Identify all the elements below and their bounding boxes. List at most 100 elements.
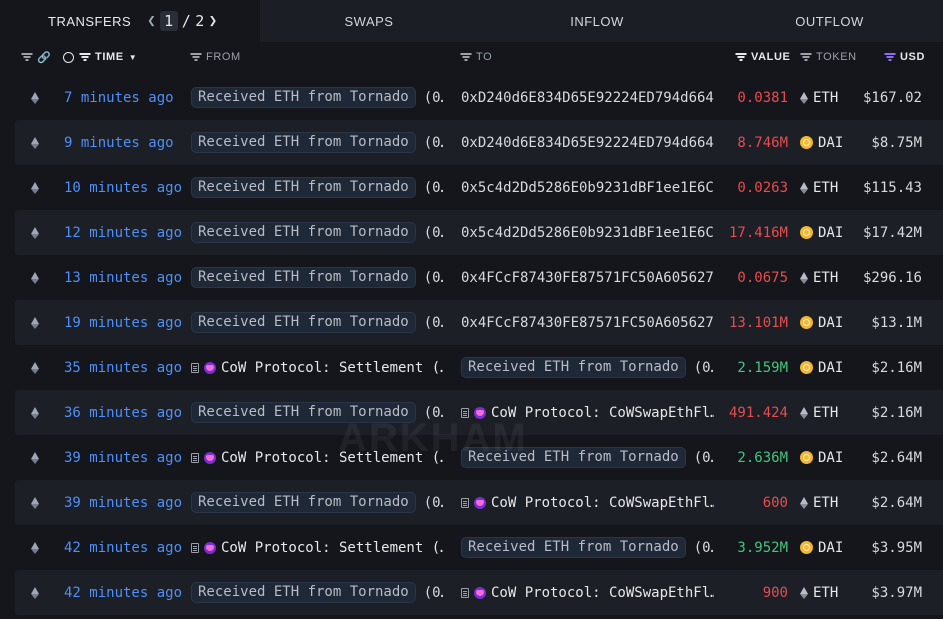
link-icon[interactable]: 🔗 bbox=[37, 51, 51, 64]
to-entity-tag[interactable]: Received ETH from Tornado bbox=[461, 537, 686, 558]
table-row[interactable]: 35 minutes ago CoW Protocol: Settlement (… bbox=[15, 345, 943, 390]
to-address[interactable]: 0x4FCcF87430FE87571FC50A605627… bbox=[461, 270, 714, 286]
token-cell[interactable]: ETH bbox=[800, 390, 838, 435]
tab-outflow[interactable]: OUTFLOW bbox=[716, 0, 943, 42]
from-entity-tag[interactable]: Received ETH from Tornado bbox=[191, 312, 416, 333]
to-address[interactable]: 0x5c4d2Dd5286E0b9231dBF1ee1E6C… bbox=[461, 180, 714, 196]
to-entity-tag[interactable]: Received ETH from Tornado bbox=[461, 357, 686, 378]
table-row[interactable]: 39 minutes ago Received ETH from Tornado (… bbox=[15, 480, 943, 525]
to-label: CoW Protocol: CoWSwapEthFl… bbox=[491, 584, 714, 601]
from-entity-tag[interactable]: Received ETH from Tornado bbox=[191, 177, 416, 198]
transfer-time-link[interactable]: 42 minutes ago bbox=[64, 525, 182, 570]
from-entity[interactable]: CoW Protocol: Settlement (… bbox=[191, 360, 443, 376]
token-cell[interactable]: ETH bbox=[800, 480, 838, 525]
from-entity-tag[interactable]: Received ETH from Tornado bbox=[191, 132, 416, 153]
from-address-suffix[interactable]: (0… bbox=[424, 135, 443, 151]
token-cell[interactable]: ETH bbox=[800, 570, 838, 615]
usd-cell: $2.64M bbox=[871, 494, 922, 511]
usd-cell: $17.42M bbox=[862, 224, 922, 241]
usd-column-header[interactable]: USD bbox=[884, 42, 925, 72]
transfer-time-link[interactable]: 12 minutes ago bbox=[64, 210, 182, 255]
filter-icon[interactable] bbox=[735, 53, 746, 61]
filter-icon[interactable] bbox=[190, 53, 201, 61]
to-address[interactable]: 0x4FCcF87430FE87571FC50A605627… bbox=[461, 315, 714, 331]
to-entity-tag[interactable]: Received ETH from Tornado bbox=[461, 447, 686, 468]
transfer-time-link[interactable]: 13 minutes ago bbox=[64, 255, 182, 300]
cow-protocol-icon bbox=[204, 541, 216, 554]
from-entity-tag[interactable]: Received ETH from Tornado bbox=[191, 87, 416, 108]
ethereum-chain-icon bbox=[31, 570, 41, 615]
ethereum-chain-icon bbox=[31, 345, 41, 390]
to-address[interactable]: 0xD240d6E834D65E92224ED794d664… bbox=[461, 135, 714, 151]
value-cell: 3.952M bbox=[737, 539, 788, 556]
transfer-time-link[interactable]: 19 minutes ago bbox=[64, 300, 182, 345]
table-row[interactable]: 7 minutes ago Received ETH from Tornado (0… bbox=[15, 75, 943, 120]
to-address-suffix[interactable]: (0… bbox=[694, 540, 714, 556]
from-entity-tag[interactable]: Received ETH from Tornado bbox=[191, 402, 416, 423]
chevron-left-icon[interactable]: ❮ bbox=[143, 13, 160, 29]
from-address-suffix[interactable]: (0… bbox=[424, 495, 443, 511]
token-header-label: TOKEN bbox=[816, 51, 857, 63]
chain-filter[interactable]: 🔗 bbox=[21, 42, 51, 72]
from-address-suffix[interactable]: (0… bbox=[424, 585, 443, 601]
sort-down-icon[interactable]: ▼ bbox=[129, 53, 138, 62]
table-row[interactable]: 9 minutes ago Received ETH from Tornado (0… bbox=[15, 120, 943, 165]
to-column-header[interactable]: TO bbox=[460, 42, 492, 72]
from-entity-tag[interactable]: Received ETH from Tornado bbox=[191, 582, 416, 603]
table-row[interactable]: 13 minutes ago Received ETH from Tornado (… bbox=[15, 255, 943, 300]
table-row[interactable]: 10 minutes ago Received ETH from Tornado (… bbox=[15, 165, 943, 210]
value-cell: 0.0263 bbox=[737, 179, 788, 196]
filter-icon[interactable] bbox=[884, 53, 895, 61]
filter-icon[interactable] bbox=[460, 53, 471, 61]
tab-swaps[interactable]: SWAPS bbox=[260, 0, 478, 42]
from-address-suffix[interactable]: (0… bbox=[424, 90, 443, 106]
from-entity[interactable]: CoW Protocol: Settlement (… bbox=[191, 450, 443, 466]
filter-icon[interactable] bbox=[800, 53, 811, 61]
value-column-header[interactable]: VALUE bbox=[735, 42, 790, 72]
token-cell[interactable]: ETH bbox=[800, 255, 838, 300]
from-address-suffix[interactable]: (0… bbox=[424, 270, 443, 286]
from-entity-tag[interactable]: Received ETH from Tornado bbox=[191, 222, 416, 243]
transfer-time-link[interactable]: 36 minutes ago bbox=[64, 390, 182, 435]
to-address-suffix[interactable]: (0… bbox=[694, 360, 714, 376]
time-column-header[interactable]: TIME ▼ bbox=[63, 42, 137, 72]
tab-transfers[interactable]: TRANSFERS ❮ 1 / 2 ❯ bbox=[0, 0, 260, 42]
token-cell[interactable]: ETH bbox=[800, 165, 838, 210]
transfer-time-link[interactable]: 35 minutes ago bbox=[64, 345, 182, 390]
from-address-suffix[interactable]: (0… bbox=[424, 225, 443, 241]
tab-inflow[interactable]: INFLOW bbox=[478, 0, 716, 42]
token-column-header[interactable]: TOKEN bbox=[800, 42, 857, 72]
filter-icon[interactable] bbox=[79, 53, 90, 61]
from-entity-tag[interactable]: Received ETH from Tornado bbox=[191, 492, 416, 513]
table-row[interactable]: 19 minutes ago Received ETH from Tornado (… bbox=[15, 300, 943, 345]
table-row[interactable]: 36 minutes ago Received ETH from Tornado (… bbox=[15, 390, 943, 435]
to-cell: Received ETH from Tornado (0… bbox=[461, 345, 714, 390]
transfer-time-link[interactable]: 10 minutes ago bbox=[64, 165, 182, 210]
to-entity[interactable]: CoW Protocol: CoWSwapEthFl… bbox=[461, 585, 714, 601]
table-row[interactable]: 42 minutes ago CoW Protocol: Settlement (… bbox=[15, 525, 943, 570]
from-address-suffix[interactable]: (0… bbox=[424, 180, 443, 196]
transfer-time-link[interactable]: 39 minutes ago bbox=[64, 435, 182, 480]
to-entity[interactable]: CoW Protocol: CoWSwapEthFl… bbox=[461, 405, 714, 421]
value-cell: 17.416M bbox=[728, 224, 788, 241]
to-entity[interactable]: CoW Protocol: CoWSwapEthFl… bbox=[461, 495, 714, 511]
token-cell[interactable]: ETH bbox=[800, 75, 838, 120]
transfer-time-link[interactable]: 7 minutes ago bbox=[64, 75, 174, 120]
table-row[interactable]: 39 minutes ago CoW Protocol: Settlement (… bbox=[15, 435, 943, 480]
to-address[interactable]: 0x5c4d2Dd5286E0b9231dBF1ee1E6C… bbox=[461, 225, 714, 241]
view-tabs: TRANSFERS ❮ 1 / 2 ❯ SWAPS INFLOW OUTFLOW bbox=[0, 0, 943, 42]
to-address[interactable]: 0xD240d6E834D65E92224ED794d664… bbox=[461, 90, 714, 106]
from-entity[interactable]: CoW Protocol: Settlement (… bbox=[191, 540, 443, 556]
from-entity-tag[interactable]: Received ETH from Tornado bbox=[191, 267, 416, 288]
transfer-time-link[interactable]: 39 minutes ago bbox=[64, 480, 182, 525]
table-row[interactable]: 12 minutes ago Received ETH from Tornado (… bbox=[15, 210, 943, 255]
from-header-label: FROM bbox=[206, 51, 241, 63]
transfer-time-link[interactable]: 42 minutes ago bbox=[64, 570, 182, 615]
table-row[interactable]: 42 minutes ago Received ETH from Tornado (… bbox=[15, 570, 943, 615]
chevron-right-icon[interactable]: ❯ bbox=[205, 13, 222, 29]
transfer-time-link[interactable]: 9 minutes ago bbox=[64, 120, 174, 165]
from-address-suffix[interactable]: (0… bbox=[424, 405, 443, 421]
from-column-header[interactable]: FROM bbox=[190, 42, 241, 72]
to-address-suffix[interactable]: (0… bbox=[694, 450, 714, 466]
from-address-suffix[interactable]: (0… bbox=[424, 315, 443, 331]
